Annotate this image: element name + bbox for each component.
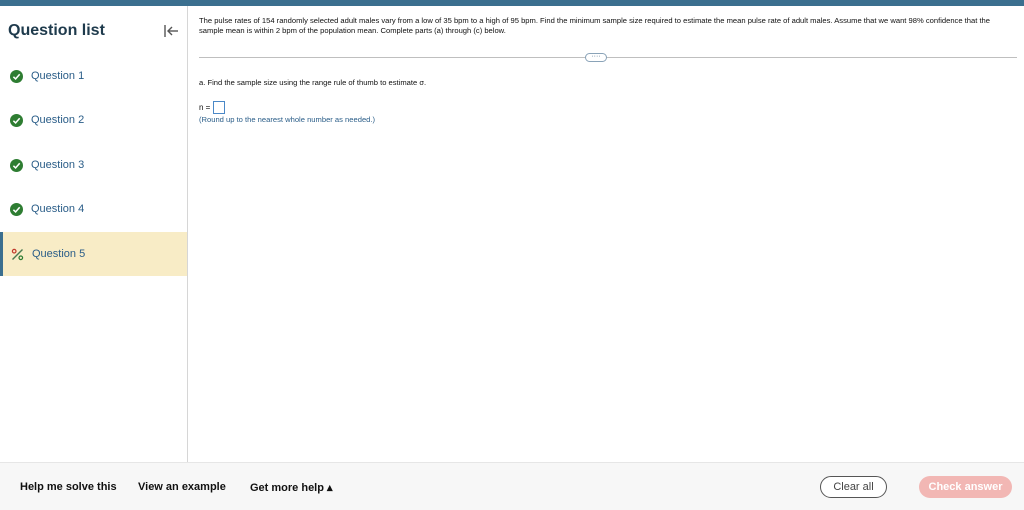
footer-bar: Help me solve this View an example Get m…	[0, 462, 1024, 510]
partial-credit-icon	[11, 248, 24, 260]
check-answer-button[interactable]: Check answer	[919, 476, 1012, 498]
answer-row: n =	[199, 100, 226, 114]
expand-more-button[interactable]: ····	[585, 53, 607, 62]
collapse-left-icon	[164, 25, 178, 37]
view-example-link[interactable]: View an example	[138, 481, 226, 493]
sidebar-header: Question list	[0, 6, 188, 54]
check-complete-icon	[10, 69, 23, 83]
question-item-1[interactable]: Question 1	[0, 54, 187, 98]
question-label: Question 4	[31, 203, 85, 215]
question-stem: The pulse rates of 154 randomly selected…	[199, 16, 991, 36]
answer-label: n =	[199, 102, 211, 112]
help-me-solve-link[interactable]: Help me solve this	[20, 481, 117, 493]
question-main-panel: The pulse rates of 154 randomly selected…	[188, 6, 1024, 462]
sidebar-title: Question list	[8, 22, 105, 39]
question-item-3[interactable]: Question 3	[0, 143, 187, 187]
get-more-help-menu[interactable]: Get more help ▴	[250, 481, 333, 494]
clear-all-button[interactable]: Clear all	[820, 476, 887, 498]
question-list-sidebar: Question list Question 1 Question 2 Ques…	[0, 6, 188, 462]
question-label: Question 5	[32, 248, 86, 260]
question-divider	[199, 57, 1017, 58]
collapse-sidebar-button[interactable]	[162, 22, 180, 40]
question-label: Question 3	[31, 159, 85, 171]
question-item-5[interactable]: Question 5	[0, 232, 187, 276]
question-label: Question 2	[31, 114, 85, 126]
check-complete-icon	[10, 158, 23, 172]
rounding-hint: (Round up to the nearest whole number as…	[199, 115, 376, 124]
check-complete-icon	[10, 202, 23, 216]
question-label: Question 1	[31, 70, 85, 82]
sample-size-input[interactable]	[213, 100, 226, 114]
question-item-4[interactable]: Question 4	[0, 187, 187, 231]
question-item-2[interactable]: Question 2	[0, 98, 187, 142]
part-a-prompt: a. Find the sample size using the range …	[199, 78, 427, 87]
check-complete-icon	[10, 113, 23, 127]
